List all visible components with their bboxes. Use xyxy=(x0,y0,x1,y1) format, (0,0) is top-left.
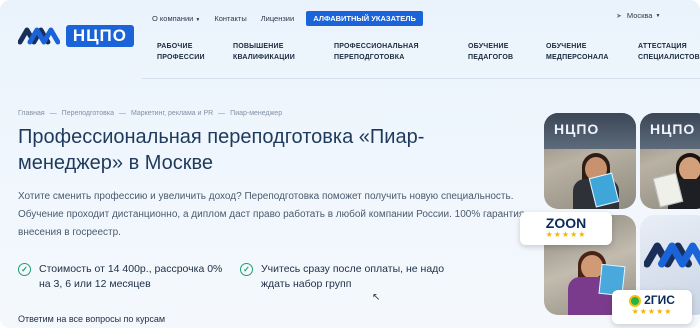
mouse-cursor-icon: ↖ xyxy=(372,292,381,303)
nav-qualification[interactable]: ПОВЫШЕНИЕ КВАЛИФИКАЦИИ xyxy=(233,42,295,63)
chevron-down-icon: ▼ xyxy=(195,17,201,23)
header-divider xyxy=(142,78,700,79)
logo-mark-icon xyxy=(18,27,60,45)
logo[interactable]: НЦПО xyxy=(18,24,134,48)
alphabet-index-button[interactable]: АЛФАВИТНЫЙ УКАЗАТЕЛЬ xyxy=(306,11,423,26)
feature-price-text: Стоимость от 14 400р., рассрочка 0% на 3… xyxy=(39,263,223,290)
city-label: Москва xyxy=(626,11,653,20)
nav-working-professions[interactable]: РАБОЧИЕ ПРОФЕССИИ xyxy=(157,42,205,63)
2gis-logo: 2ГИС xyxy=(644,293,675,307)
rating-stars-icon: ★★★★★ xyxy=(545,230,587,239)
2gis-pin-icon xyxy=(629,294,642,307)
page-title: Профессиональная переподготовка «Пиар-ме… xyxy=(18,126,425,174)
logo-text: НЦПО xyxy=(65,25,134,47)
feature-start-text: Учитесь сразу после оплаты, не надо ждат… xyxy=(261,263,445,290)
page: НЦПО О компании ▼ Контакты Лицензии АЛФАВ… xyxy=(0,0,700,328)
nav-retraining[interactable]: ПРОФЕССИОНАЛЬНАЯ ПЕРЕПОДГОТОВКА xyxy=(334,42,419,63)
topnav-contacts[interactable]: Контакты xyxy=(214,14,246,23)
breadcrumb-current: Пиар-менеджер xyxy=(230,110,283,117)
topnav-licenses[interactable]: Лицензии xyxy=(261,14,294,23)
photo-brand-text: НЦПО xyxy=(554,121,600,137)
zoon-rating-badge[interactable]: ZOON ★★★★★ xyxy=(520,212,612,245)
questions-heading: Ответим на все вопросы по курсам xyxy=(18,314,166,324)
nav-teachers[interactable]: ОБУЧЕНИЕ ПЕДАГОГОВ xyxy=(468,42,513,63)
photo-brand-text: НЦПО xyxy=(650,121,696,137)
check-icon: ✓ xyxy=(18,263,31,276)
nav-medical[interactable]: ОБУЧЕНИЕ МЕДПЕРСОНАЛА xyxy=(546,42,609,63)
breadcrumb-retraining[interactable]: Переподготовка xyxy=(62,110,114,117)
nav-certification[interactable]: АТТЕСТАЦИЯ СПЕЦИАЛИСТОВ xyxy=(638,42,700,63)
top-nav: О компании ▼ Контакты Лицензии АЛФАВИТНЫЙ… xyxy=(152,11,423,26)
breadcrumb-marketing[interactable]: Маркетинг, реклама и PR xyxy=(131,110,213,117)
logo-mark-icon xyxy=(644,242,700,268)
breadcrumb-home[interactable]: Главная xyxy=(18,110,45,117)
2gis-rating-badge[interactable]: 2ГИС ★★★★★ xyxy=(612,290,692,324)
rating-stars-icon: ★★★★★ xyxy=(631,307,673,316)
chevron-down-icon: ▼ xyxy=(655,12,661,19)
city-selector[interactable]: ➤ Москва ▼ xyxy=(616,11,660,20)
breadcrumb: Главная — Переподготовка — Маркетинг, реклам… xyxy=(18,110,283,117)
location-arrow-icon: ➤ xyxy=(616,12,622,20)
course-description: Хотите сменить профессию и увеличить дох… xyxy=(18,191,525,238)
feature-price: ✓ Стоимость от 14 400р., рассрочка 0% на… xyxy=(18,262,233,292)
check-icon: ✓ xyxy=(240,263,253,276)
zoon-logo: ZOON xyxy=(545,215,587,231)
student-photo-2: НЦПО xyxy=(640,113,700,209)
student-photo-1: НЦПО xyxy=(544,113,636,209)
topnav-about[interactable]: О компании ▼ xyxy=(152,14,200,23)
feature-start: ✓ Учитесь сразу после оплаты, не надо жд… xyxy=(240,262,450,292)
